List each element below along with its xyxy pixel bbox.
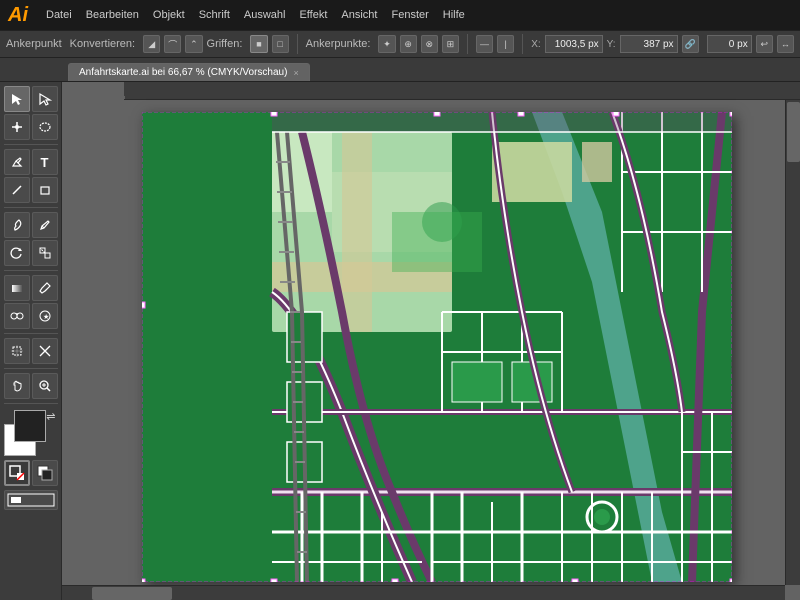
canvas-area: [62, 82, 800, 600]
tool-row-5: [4, 212, 58, 238]
griffen-btn2[interactable]: □: [272, 35, 289, 53]
ankerpunkte-btn4[interactable]: ⊞: [442, 35, 459, 53]
convert-smooth-btn[interactable]: ⌒: [164, 35, 181, 53]
hand-tool[interactable]: [4, 373, 30, 399]
tab-bar: Anfahrtskarte.ai bei 66,67 % (CMYK/Vorsc…: [0, 58, 800, 82]
magic-wand-tool[interactable]: [4, 114, 30, 140]
document-canvas: [142, 112, 732, 582]
griffen-label: Griffen:: [207, 38, 243, 50]
eyedropper-tool[interactable]: [32, 275, 58, 301]
y-input[interactable]: [620, 35, 678, 53]
konvertieren-label: Konvertieren:: [70, 38, 135, 50]
z-input[interactable]: [707, 35, 752, 53]
svg-text:★: ★: [43, 313, 49, 321]
symbol-tool[interactable]: ★: [32, 303, 58, 329]
tool-separator-2: [4, 207, 58, 208]
convert-corner-btn[interactable]: ◢: [143, 35, 160, 53]
align-dist-btn[interactable]: ↔: [777, 35, 794, 53]
griffen-btn1[interactable]: ■: [250, 35, 267, 53]
tool-row-10: [4, 373, 58, 399]
tab-label: Anfahrtskarte.ai bei 66,67 % (CMYK/Vorsc…: [79, 67, 287, 78]
scale-tool[interactable]: [32, 240, 58, 266]
menu-effekt[interactable]: Effekt: [299, 9, 327, 21]
tool-row-8: ★: [4, 303, 58, 329]
menu-ansicht[interactable]: Ansicht: [341, 9, 377, 21]
ankerpunkte-btn3[interactable]: ⊗: [421, 35, 438, 53]
menu-datei[interactable]: Datei: [46, 9, 72, 21]
menu-schrift[interactable]: Schrift: [199, 9, 230, 21]
tool-row-6: [4, 240, 58, 266]
control-bar: Ankerpunkt Konvertieren: ◢ ⌒ ⌃ Griffen: …: [0, 30, 800, 58]
menu-hilfe[interactable]: Hilfe: [443, 9, 465, 21]
pen-tool[interactable]: [4, 149, 30, 175]
color-swatch-area: ⇌: [4, 410, 58, 456]
slice-tool[interactable]: [32, 338, 58, 364]
menu-objekt[interactable]: Objekt: [153, 9, 185, 21]
stroke-fill-btn[interactable]: [32, 460, 58, 486]
map-svg: [142, 112, 732, 582]
paintbrush-tool[interactable]: [4, 212, 30, 238]
ankerpunkte-label: Ankerpunkte:: [306, 38, 371, 50]
blend-tool[interactable]: [4, 303, 30, 329]
swap-colors-btn[interactable]: ⇌: [46, 410, 55, 423]
tool-separator-3: [4, 270, 58, 271]
tool-row-3: T: [4, 149, 58, 175]
tool-row-4: [4, 177, 58, 203]
mode-row: [4, 490, 58, 510]
tool-separator-1: [4, 144, 58, 145]
align-btn2[interactable]: |: [497, 35, 514, 53]
y-label: Y:: [607, 39, 616, 50]
separator3: [522, 34, 523, 54]
tool-row-2: [4, 114, 58, 140]
transform-btn[interactable]: ↩: [756, 35, 773, 53]
select-tool[interactable]: [4, 86, 30, 112]
x-input[interactable]: [545, 35, 603, 53]
tab-close-btn[interactable]: ×: [293, 68, 298, 78]
separator1: [297, 34, 298, 54]
line-tool[interactable]: [4, 177, 30, 203]
link-btn[interactable]: 🔗: [682, 35, 699, 53]
tool-row-7: [4, 275, 58, 301]
type-icon: T: [41, 155, 49, 170]
gradient-tool[interactable]: [4, 275, 30, 301]
ankerpunkte-btn2[interactable]: ⊕: [400, 35, 417, 53]
fill-none-btn[interactable]: [4, 460, 30, 486]
menu-auswahl[interactable]: Auswahl: [244, 9, 286, 21]
rotate-tool[interactable]: [4, 240, 30, 266]
vertical-scrollbar[interactable]: [785, 100, 800, 585]
fill-stroke-row: [4, 460, 58, 486]
ruler-top: [124, 82, 800, 100]
align-btn[interactable]: —: [476, 35, 493, 53]
artboard-tool[interactable]: [4, 338, 30, 364]
main-area: T: [0, 82, 800, 600]
menu-bearbeiten[interactable]: Bearbeiten: [86, 9, 139, 21]
left-toolbar: T: [0, 82, 62, 600]
ankerpunkte-btn1[interactable]: ✦: [378, 35, 395, 53]
zoom-tool[interactable]: [32, 373, 58, 399]
tool-separator-4: [4, 333, 58, 334]
direct-select-tool[interactable]: [32, 86, 58, 112]
normal-mode-btn[interactable]: [4, 490, 58, 510]
vertical-scroll-thumb[interactable]: [787, 102, 800, 162]
horizontal-scroll-thumb[interactable]: [92, 587, 172, 600]
convert-auto-btn[interactable]: ⌃: [185, 35, 202, 53]
foreground-color-swatch[interactable]: [14, 410, 46, 442]
pencil-tool[interactable]: [32, 212, 58, 238]
type-tool[interactable]: T: [32, 149, 58, 175]
title-bar: Ai Datei Bearbeiten Objekt Schrift Auswa…: [0, 0, 800, 30]
menu-fenster[interactable]: Fenster: [391, 9, 428, 21]
ankerpunkt-label: Ankerpunkt: [6, 38, 62, 50]
horizontal-scrollbar[interactable]: [62, 585, 785, 600]
tool-separator-5: [4, 368, 58, 369]
tool-separator-6: [4, 403, 58, 404]
document-tab[interactable]: Anfahrtskarte.ai bei 66,67 % (CMYK/Vorsc…: [68, 63, 310, 81]
lasso-tool[interactable]: [32, 114, 58, 140]
menu-bar: Datei Bearbeiten Objekt Schrift Auswahl …: [46, 9, 465, 21]
tool-row-9: [4, 338, 58, 364]
app-logo: Ai: [8, 4, 28, 27]
x-label: X:: [531, 39, 540, 50]
tool-row-1: [4, 86, 58, 112]
rectangle-tool[interactable]: [32, 177, 58, 203]
separator2: [467, 34, 468, 54]
